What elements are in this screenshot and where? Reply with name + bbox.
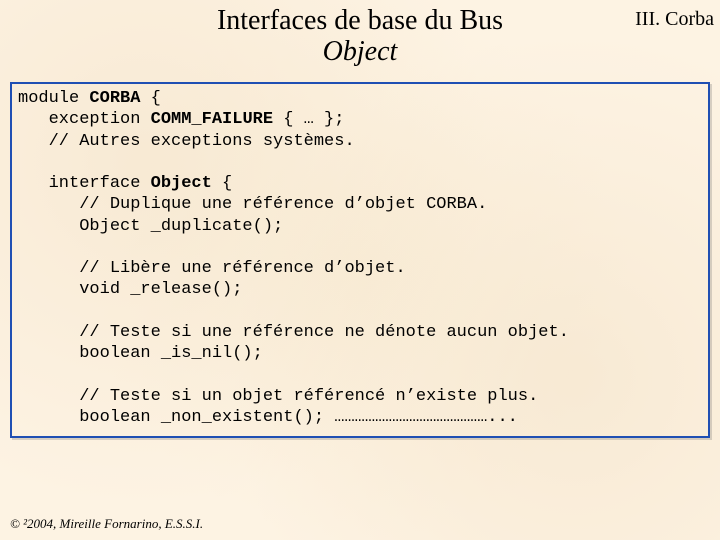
section-label: III. Corba: [635, 8, 714, 31]
code-line-6: Object _duplicate();: [18, 217, 283, 236]
code-line-2: exception COMM_FAILURE { … };: [18, 110, 344, 129]
code-blank-2: [18, 238, 28, 257]
title-line-1: Interfaces de base du Bus: [217, 5, 503, 36]
code-line-8: void _release();: [18, 280, 242, 299]
slide-title: Interfaces de base du Bus Object: [0, 6, 720, 68]
code-line-10: boolean _is_nil();: [18, 344, 263, 363]
slide-header: Interfaces de base du Bus Object III. Co…: [0, 0, 720, 78]
code-blank-4: [18, 365, 28, 384]
code-line-4: interface Object {: [18, 174, 232, 193]
code-blank-1: [18, 153, 28, 172]
code-blank-3: [18, 302, 28, 321]
code-line-12: boolean _non_existent(); …………………………………………: [18, 408, 518, 427]
code-line-7: // Libère une référence d’objet.: [18, 259, 406, 278]
code-line-11: // Teste si un objet référencé n’existe …: [18, 387, 538, 406]
code-line-5: // Duplique une référence d’objet CORBA.: [18, 195, 487, 214]
slide-footer: © ²2004, Mireille Fornarino, E.S.S.I.: [10, 516, 203, 532]
code-line-1: module CORBA {: [18, 89, 161, 108]
code-line-9: // Teste si une référence ne dénote aucu…: [18, 323, 569, 342]
code-block: module CORBA { exception COMM_FAILURE { …: [10, 82, 710, 438]
title-line-2: Object: [0, 37, 720, 68]
code-line-3: // Autres exceptions systèmes.: [18, 132, 355, 151]
